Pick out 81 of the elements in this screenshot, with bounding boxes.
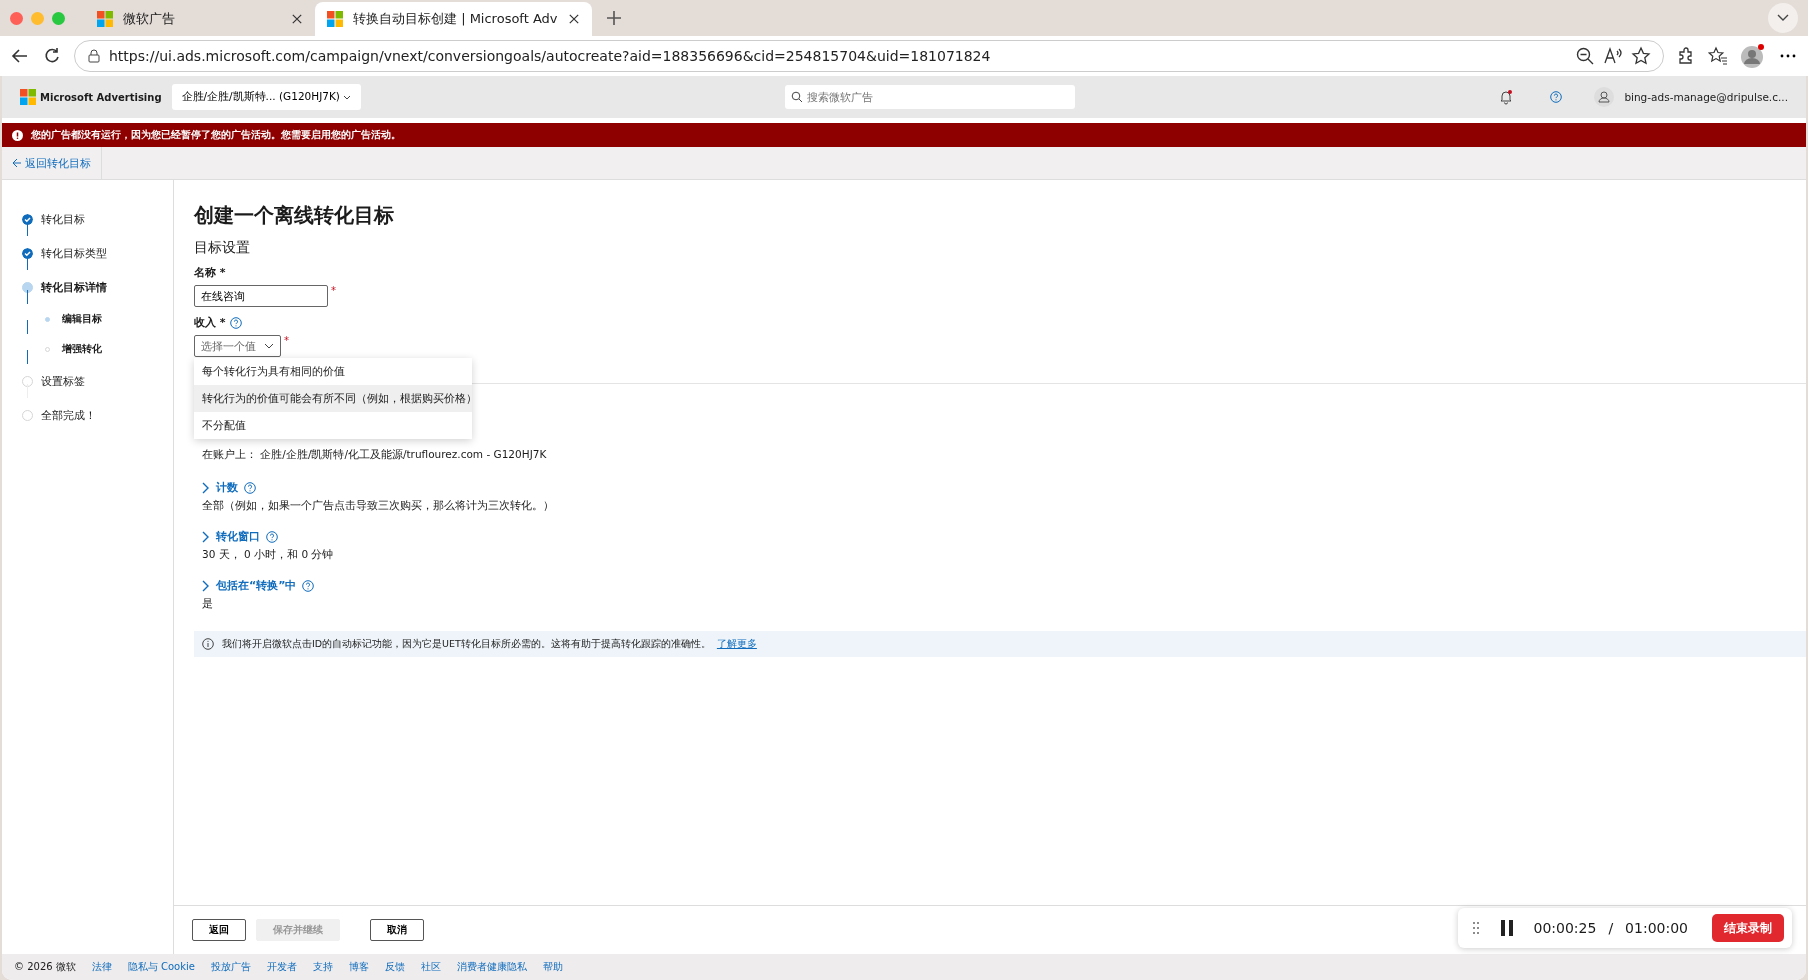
favorites-icon[interactable] — [1708, 46, 1728, 66]
field-label: 收入 * — [194, 315, 226, 330]
required-mark: * — [331, 285, 336, 296]
step-label[interactable]: 全部完成！ — [41, 407, 96, 423]
close-icon[interactable] — [567, 13, 580, 25]
setting-value: 全部（例如，如果一个广告点击导致三次购买，那么将计为三次转化。） — [202, 499, 555, 513]
bell-icon[interactable] — [1498, 89, 1515, 105]
user-email[interactable]: bing-ads-manage@dripulse.c... — [1624, 91, 1788, 103]
revenue-dropdown[interactable]: 选择一个值 — [194, 335, 281, 357]
footer-link[interactable]: 反馈 — [384, 960, 405, 974]
drag-handle-icon[interactable] — [1471, 921, 1480, 935]
chevron-down-icon[interactable] — [343, 95, 352, 100]
search-field[interactable]: 搜索微软广告 — [784, 85, 1075, 109]
back-link[interactable]: 返回转化目标 — [2, 147, 102, 179]
action-button[interactable]: 返回 — [192, 919, 246, 941]
account-selector[interactable]: 企胜/企胜/凯斯特... (G120HJ7K) — [171, 84, 362, 110]
copyright: © 2026 微软 — [14, 960, 76, 974]
step-label[interactable]: 转化目标 — [41, 211, 85, 227]
time-limit: 01:00:00 — [1625, 920, 1688, 936]
scope-value: 在账户上： 企胜/企胜/凯斯特/化工及能源/truflourez.com - G120HJ7K — [202, 448, 548, 462]
logo-icon — [20, 89, 36, 105]
footer-link[interactable]: 投放广告 — [210, 960, 251, 974]
chevron-down-icon[interactable] — [1777, 14, 1789, 22]
setting-value: 是 — [202, 597, 214, 611]
help-icon[interactable] — [229, 316, 242, 329]
help-icon[interactable] — [266, 530, 278, 543]
footer-link[interactable]: 隐私与 Cookie — [127, 960, 195, 974]
brand-logo[interactable]: Microsoft Advertising — [20, 89, 162, 105]
chevron-icon[interactable] — [202, 530, 210, 543]
alert-icon — [12, 129, 23, 141]
footer-link[interactable]: 社区 — [420, 960, 441, 974]
chevron-icon[interactable] — [202, 579, 210, 592]
info-icon — [202, 638, 214, 650]
star-icon[interactable] — [1631, 46, 1651, 66]
banner-text: 您的广告都没有运行，因为您已经暂停了您的广告活动。您需要启用您的广告活动。 — [31, 128, 401, 142]
help-icon[interactable] — [244, 481, 256, 494]
chevron-down-icon — [264, 343, 274, 349]
required-mark: * — [284, 335, 289, 346]
setting-title[interactable]: 计数 — [216, 480, 238, 495]
substep-label[interactable]: 增强转化 — [62, 342, 102, 356]
elapsed-time: 00:00:25 — [1533, 920, 1597, 936]
footer-link[interactable]: 博客 — [348, 960, 369, 974]
footer-link[interactable]: 消费者健康隐私 — [456, 960, 527, 974]
name-field[interactable]: 在线咨询 — [194, 285, 328, 307]
pause-icon[interactable] — [1499, 920, 1514, 936]
info-text: 我们将开启微软点击ID的自动标记功能，因为它是UET转化目标所必需的。这将有助于提高转化跟踪的准确性。 了解更多 — [222, 637, 757, 651]
step-label[interactable]: 设置标签 — [41, 373, 85, 389]
browser-tab[interactable]: 微软广告 — [85, 2, 315, 36]
lock-icon — [87, 49, 101, 63]
tab-logo-icon — [97, 11, 113, 27]
footer-link[interactable]: 支持 — [312, 960, 333, 974]
profile-avatar-icon[interactable] — [1740, 43, 1766, 69]
zoom-out-icon[interactable] — [1575, 46, 1595, 66]
section-title: 目标设置 — [194, 239, 251, 257]
dropdown-option[interactable]: 每个转化行为具有相同的价值 — [194, 358, 472, 385]
setting-title[interactable]: 转化窗口 — [216, 529, 260, 544]
page-title: 创建一个离线转化目标 — [194, 202, 395, 229]
help-icon[interactable] — [1550, 91, 1563, 103]
close-icon[interactable] — [291, 13, 303, 25]
substep-label[interactable]: 编辑目标 — [62, 312, 102, 326]
step-label[interactable]: 转化目标详情 — [41, 279, 107, 295]
search-icon — [790, 91, 803, 103]
footer-link[interactable]: 开发者 — [266, 960, 297, 974]
dropdown-option[interactable]: 不分配值 — [194, 412, 472, 439]
action-button[interactable]: 取消 — [370, 919, 424, 941]
read-aloud-icon[interactable] — [1603, 46, 1623, 66]
user-icon[interactable] — [1594, 87, 1615, 107]
help-icon[interactable] — [302, 579, 315, 592]
tab-logo-icon — [327, 11, 343, 27]
chevron-icon[interactable] — [202, 481, 210, 494]
footer-link[interactable]: 法律 — [91, 960, 112, 974]
learn-more-link[interactable]: 了解更多 — [716, 637, 757, 649]
stop-recording-button[interactable]: 结束录制 — [1712, 914, 1784, 942]
step-label[interactable]: 转化目标类型 — [41, 245, 107, 261]
field-label: 名称 * — [194, 265, 226, 280]
setting-value: 30 天， 0 小时，和 0 分钟 — [202, 548, 335, 562]
time-separator: / — [1608, 920, 1614, 936]
setting-title[interactable]: 包括在“转换”中 — [216, 578, 297, 593]
footer-link[interactable]: 帮助 — [542, 960, 563, 974]
dropdown-option[interactable]: 转化行为的价值可能会有所不同（例如，根据购买价格） — [194, 385, 472, 412]
browser-tab[interactable]: 转换自动目标创建 | Microsoft Adv — [315, 2, 592, 36]
